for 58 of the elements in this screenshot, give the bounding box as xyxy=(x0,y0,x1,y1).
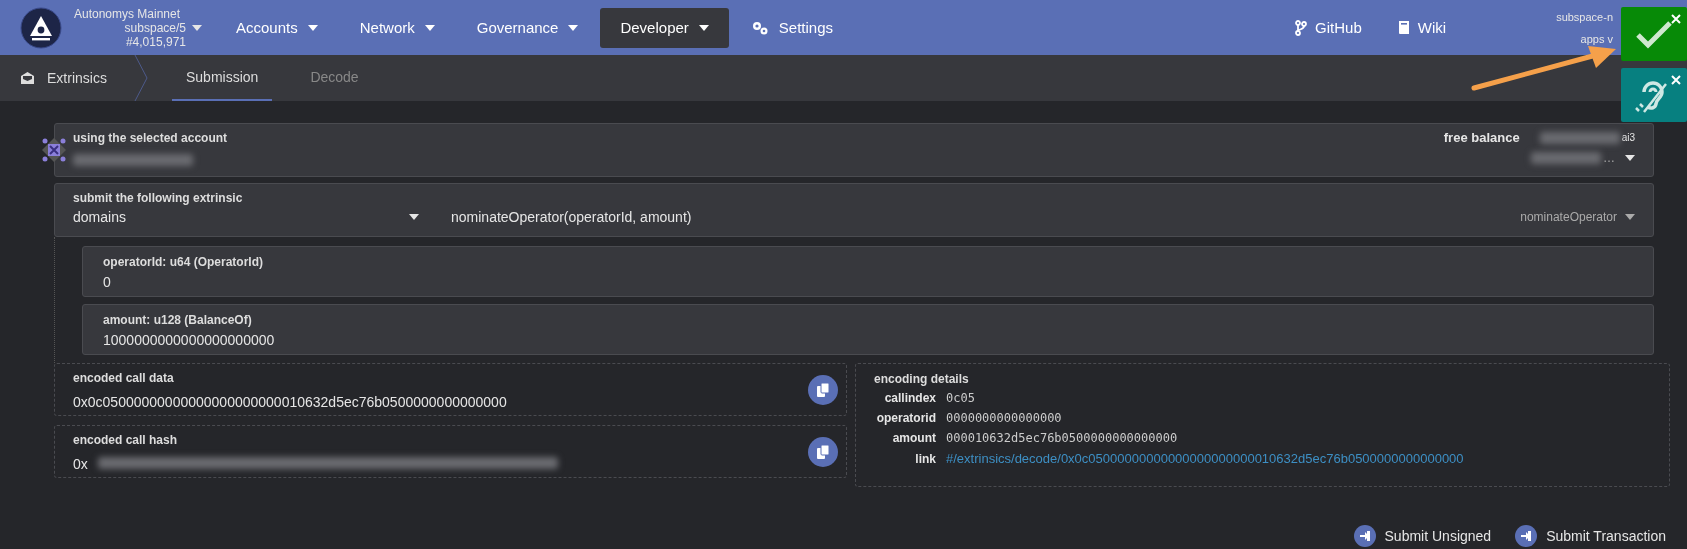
accessibility-badge[interactable] xyxy=(1621,68,1687,122)
nav-menu[interactable]: Governance xyxy=(456,7,599,48)
param-field[interactable]: amount: u128 (BalanceOf) 1000000000000000000000 xyxy=(82,304,1654,355)
nav-menu[interactable]: Developer xyxy=(600,7,729,48)
nav-menu[interactable]: Accounts xyxy=(216,7,338,48)
detail-label: callindex xyxy=(883,391,936,405)
field-label: submit the following extrinsic xyxy=(73,190,244,206)
decode-link[interactable]: #/extrinsics/decode/0x0c05000000000000000000000010632d5ec76b0500000000000000 xyxy=(946,451,1464,466)
tab[interactable]: Submission xyxy=(172,55,273,101)
redacted-text xyxy=(1531,152,1601,164)
section-title: Extrinsics xyxy=(47,70,107,86)
field-value: 0x0c05000000000000000000000010632d5ec76b0500000000000000 xyxy=(73,393,507,410)
panel-title: encoding details xyxy=(874,371,969,387)
gears-icon xyxy=(750,19,769,36)
field-value: 0x xyxy=(73,455,88,472)
method-dropdown[interactable]: nominateOperator(operatorId, amount) nominateOperator xyxy=(451,209,1635,225)
copy-button[interactable] xyxy=(808,374,838,405)
caret-icon xyxy=(1625,214,1635,220)
book-icon xyxy=(1397,20,1410,35)
caret-icon xyxy=(1625,155,1635,161)
detail-label: operatorid xyxy=(875,411,936,425)
nav-menu[interactable]: Settings xyxy=(730,7,853,48)
envelope-icon xyxy=(20,71,35,85)
balance-label: free balance xyxy=(1443,130,1520,145)
sign-in-icon xyxy=(1515,525,1538,547)
logo-icon xyxy=(20,6,62,49)
section-dropdown[interactable]: domains xyxy=(73,209,419,225)
block-number: #4,015,971 xyxy=(124,34,187,49)
sign-in-icon xyxy=(1353,525,1376,547)
copy-icon xyxy=(817,444,829,459)
detail-value: 0c05 xyxy=(946,391,976,405)
submit-button[interactable]: Submit Transaction xyxy=(1515,525,1666,547)
detail-value: 000010632d5ec76b0500000000000000 xyxy=(946,431,1179,445)
balance-unit: ai3 xyxy=(1621,132,1635,143)
nav-link[interactable]: Wiki xyxy=(1397,19,1447,36)
caret-icon xyxy=(192,24,202,31)
field-label: encoded call hash xyxy=(73,431,179,448)
submit-button[interactable]: Submit Unsigned xyxy=(1353,525,1492,547)
copy-button[interactable] xyxy=(808,436,838,467)
node-info-text: apps v xyxy=(1579,31,1613,47)
field-label: using the selected account xyxy=(73,130,228,146)
chain-name: Autonomys Mainnet xyxy=(74,6,182,21)
detail-label: amount xyxy=(891,431,936,445)
caret-icon xyxy=(409,214,419,220)
check-badge[interactable] xyxy=(1621,7,1687,61)
copy-icon xyxy=(817,382,829,397)
chevron-divider xyxy=(134,55,148,101)
param-field[interactable]: operatorId: u64 (OperatorId) 0 xyxy=(82,246,1654,297)
node-info-text: subspace-n xyxy=(1556,9,1613,25)
account-card[interactable]: using the selected account free balance ai3 … xyxy=(54,123,1654,177)
ellipsis-text: … xyxy=(1603,151,1615,165)
nav-link[interactable]: GitHub xyxy=(1295,19,1362,36)
chain-spec: subspace/5 xyxy=(124,20,186,35)
branch-icon xyxy=(1295,19,1308,36)
nav-menu[interactable]: Network xyxy=(339,7,455,48)
field-label: encoded call data xyxy=(73,369,175,386)
detail-label: link xyxy=(914,451,936,466)
detail-value: 0000000000000000 xyxy=(946,411,1063,425)
